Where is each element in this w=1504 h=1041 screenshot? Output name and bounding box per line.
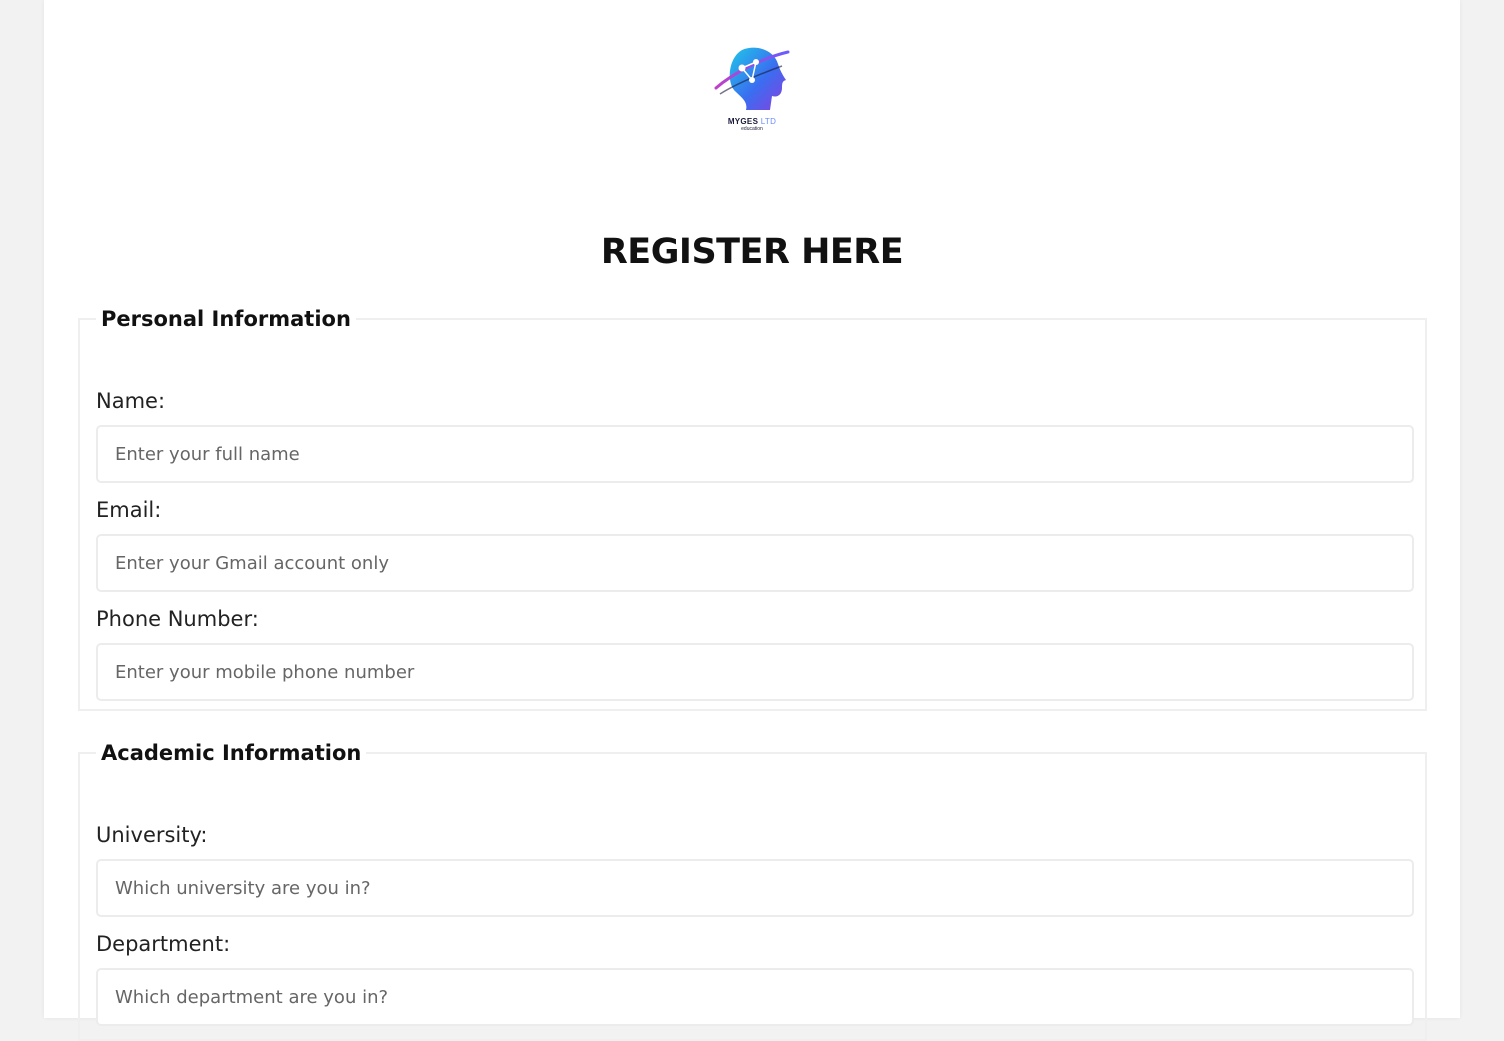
page-title: REGISTER HERE	[600, 232, 904, 272]
name-label: Name:	[96, 389, 166, 413]
brand-tagline: education	[741, 126, 763, 132]
academic-information-legend: Academic Information	[101, 741, 362, 765]
brain-head-icon	[714, 47, 790, 110]
university-label: University:	[96, 823, 208, 847]
email-input[interactable]	[96, 534, 1414, 592]
brand-name: MYGES LTD	[727, 117, 777, 126]
email-label: Email:	[96, 498, 162, 522]
phone-label: Phone Number:	[96, 607, 259, 631]
department-label: Department:	[96, 932, 231, 956]
department-input[interactable]	[96, 968, 1414, 1026]
personal-information-section: Personal Information Name: Email: Phone …	[78, 307, 1427, 711]
academic-information-section: Academic Information University: Departm…	[78, 741, 1427, 1041]
university-input[interactable]	[96, 859, 1414, 917]
personal-information-legend: Personal Information	[101, 307, 351, 331]
registration-card: MYGES LTD education REGISTER HERE Person…	[44, 0, 1460, 1041]
name-input[interactable]	[96, 425, 1414, 483]
brand-logo: MYGES LTD education	[707, 44, 797, 144]
phone-input[interactable]	[96, 643, 1414, 701]
